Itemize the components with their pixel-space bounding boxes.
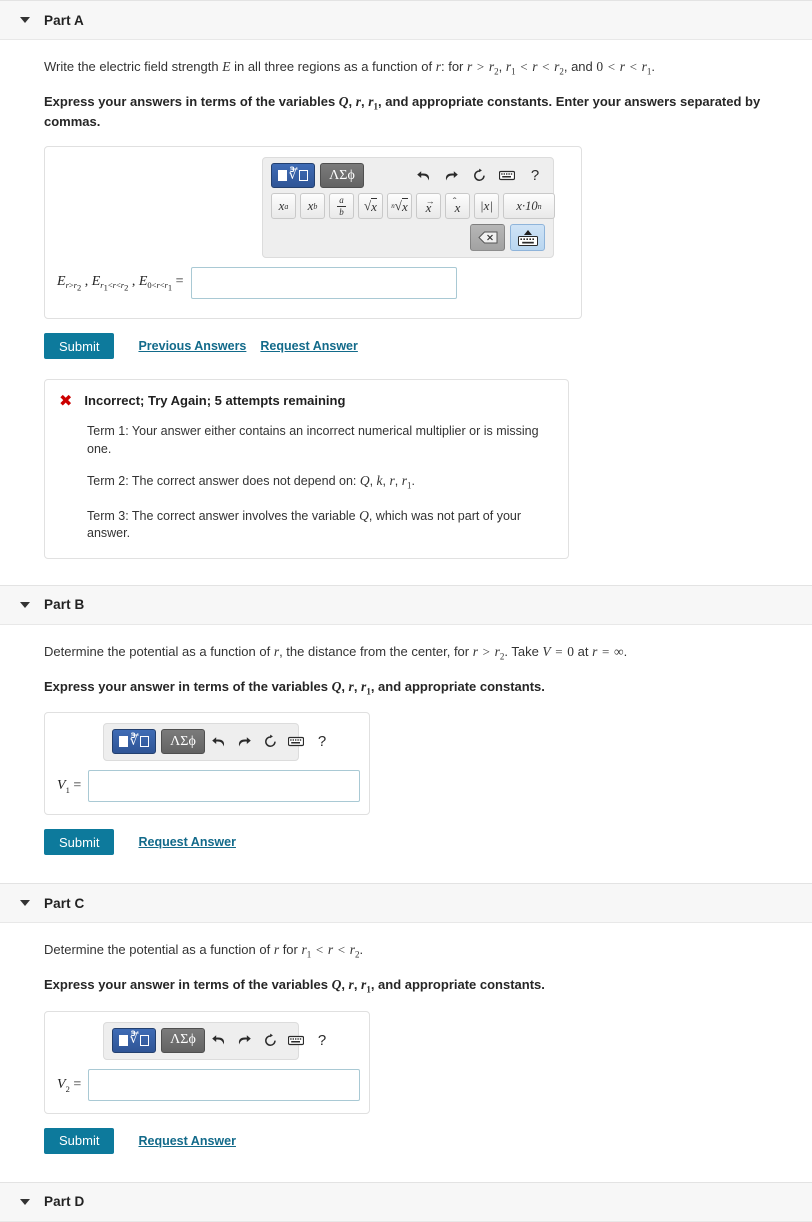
math-palette-a: ∛̅ ΛΣϕ ? x a x b a b √ x n √ x → x x |x|…	[262, 157, 555, 259]
scientific-notation-key[interactable]: x·10 n	[503, 193, 555, 220]
part-b-instruction: Express your answer in terms of the vari…	[44, 678, 545, 697]
help-icon[interactable]: ?	[527, 168, 543, 184]
problem-page: Part A Write the electric field strength…	[0, 0, 812, 1222]
part-header-d[interactable]: Part D	[0, 1181, 812, 1222]
vector-key[interactable]: → x	[416, 193, 441, 220]
part-title-c: Part C	[44, 895, 85, 911]
part-title-b: Part B	[44, 597, 85, 613]
unit-vector-key[interactable]: ̂x	[445, 193, 470, 220]
keyboard-up-icon[interactable]	[510, 224, 545, 252]
help-icon[interactable]: ?	[314, 734, 330, 750]
part-c-prompt: Determine the potential as a function of…	[44, 942, 364, 961]
chevron-down-icon[interactable]	[20, 601, 30, 608]
keyboard-icon[interactable]	[288, 1032, 304, 1048]
reset-icon[interactable]	[262, 1032, 278, 1048]
answer-input-a[interactable]	[190, 267, 457, 300]
answer-row-c: V2 =	[57, 1068, 361, 1101]
answer-card-b: ∛̅ ΛΣϕ ? V1 =	[44, 712, 370, 816]
fraction-key[interactable]: ab	[329, 193, 354, 220]
absolute-value-key[interactable]: |x|	[474, 193, 499, 220]
undo-icon[interactable]	[415, 168, 431, 184]
part-c-instruction: Express your answer in terms of the vari…	[44, 977, 545, 995]
chevron-down-icon[interactable]	[20, 900, 30, 907]
submit-button-b[interactable]: Submit	[44, 829, 115, 856]
keyboard-icon[interactable]	[288, 734, 304, 750]
greek-symbols-button[interactable]: ΛΣϕ	[320, 163, 364, 189]
part-c-actions: Submit Request Answer	[44, 1127, 812, 1154]
math-template-icon[interactable]: ∛̅	[112, 1027, 156, 1053]
part-body-c: Determine the potential as a function of…	[0, 940, 812, 1159]
part-a-instruction: Express your answers in terms of the var…	[44, 93, 761, 130]
greek-symbols-button[interactable]: ΛΣϕ	[161, 729, 205, 755]
part-header-a[interactable]: Part A	[0, 0, 812, 40]
nth-root-key[interactable]: n √ x	[387, 193, 412, 220]
part-b-prompt: Determine the potential as a function of…	[44, 643, 628, 662]
part-header-b[interactable]: Part B	[0, 584, 812, 625]
part-body-b: Determine the potential as a function of…	[0, 642, 812, 861]
redo-icon[interactable]	[443, 168, 459, 184]
square-root-key[interactable]: √ x	[358, 193, 383, 220]
chevron-down-icon[interactable]	[20, 1198, 30, 1205]
answer-input-b[interactable]	[88, 770, 361, 803]
answer-card-a: ∛̅ ΛΣϕ ? x a x b a b √ x n √ x → x x |x|…	[44, 146, 582, 320]
part-header-c[interactable]: Part C	[0, 883, 812, 924]
math-template-icon[interactable]: ∛̅	[271, 163, 315, 189]
request-answer-link-a[interactable]: Request Answer	[260, 339, 357, 353]
feedback-title: Incorrect; Try Again; 5 attempts remaini…	[84, 393, 346, 409]
answer-row-b: V1 =	[57, 770, 361, 803]
redo-icon[interactable]	[236, 734, 252, 750]
backspace-icon[interactable]	[470, 224, 505, 252]
part-a-prompt: Write the electric field strength E in a…	[44, 59, 655, 77]
math-palette-b: ∛̅ ΛΣϕ ?	[103, 723, 326, 762]
math-palette-c: ∛̅ ΛΣϕ ?	[103, 1021, 326, 1060]
x-mark-icon: ✖	[59, 391, 73, 411]
submit-button-c[interactable]: Submit	[44, 1127, 115, 1154]
part-title-d: Part D	[44, 1194, 85, 1210]
feedback-term-1: Term 1: Your answer either contains an i…	[87, 424, 539, 456]
undo-icon[interactable]	[210, 734, 226, 750]
answer-label-a: Er>r2 , Er1<r<r2 , E0<r<r1 =	[57, 273, 184, 294]
part-body-a: Write the electric field strength E in a…	[0, 57, 812, 565]
reset-icon[interactable]	[262, 734, 278, 750]
feedback-term-3: Term 3: The correct answer involves the …	[87, 507, 522, 541]
answer-input-c[interactable]	[88, 1068, 361, 1101]
answer-row-a: Er>r2 , Er1<r<r2 , E0<r<r1 =	[57, 267, 569, 300]
answer-label-c: V2 =	[57, 1076, 82, 1094]
request-answer-link-b[interactable]: Request Answer	[138, 835, 235, 849]
reset-icon[interactable]	[471, 168, 487, 184]
help-icon[interactable]: ?	[314, 1032, 330, 1048]
feedback-term-2: Term 2: The correct answer does not depe…	[87, 473, 415, 491]
request-answer-link-c[interactable]: Request Answer	[138, 1134, 235, 1148]
chevron-down-icon[interactable]	[20, 17, 30, 23]
part-b-actions: Submit Request Answer	[44, 829, 812, 856]
part-a-actions: Submit Previous Answers Request Answer	[44, 333, 812, 360]
feedback-box-a: ✖ Incorrect; Try Again; 5 attempts remai…	[44, 379, 569, 559]
previous-answers-link-a[interactable]: Previous Answers	[138, 339, 246, 353]
subscript-key[interactable]: xb	[300, 193, 325, 220]
keyboard-icon[interactable]	[499, 168, 515, 184]
undo-icon[interactable]	[210, 1032, 226, 1048]
greek-symbols-button[interactable]: ΛΣϕ	[161, 1027, 205, 1053]
superscript-key[interactable]: xa	[271, 193, 296, 220]
answer-label-b: V1 =	[57, 778, 82, 795]
submit-button-a[interactable]: Submit	[44, 333, 115, 360]
answer-card-c: ∛̅ ΛΣϕ ? V2 =	[44, 1010, 370, 1114]
redo-icon[interactable]	[236, 1032, 252, 1048]
math-template-icon[interactable]: ∛̅	[112, 729, 156, 755]
part-title-a: Part A	[44, 12, 84, 28]
